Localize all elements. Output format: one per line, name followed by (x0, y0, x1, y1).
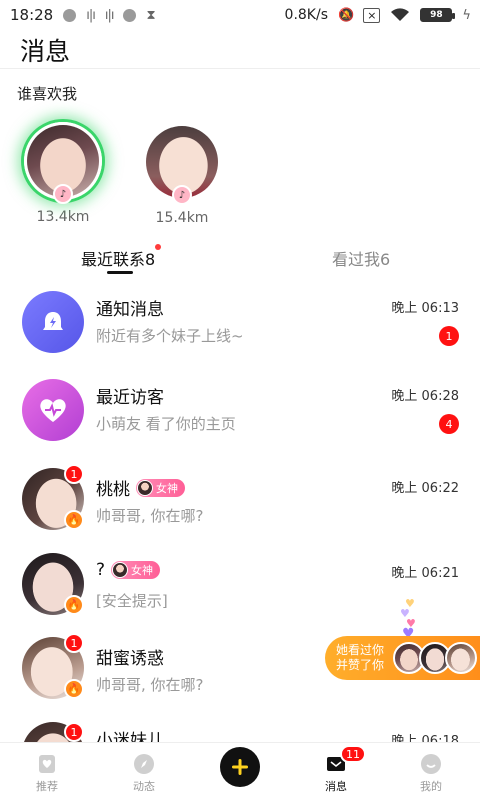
list-item[interactable]: 通知消息 附近有多个妹子上线~ 晚上 06:13 1 (0, 284, 480, 370)
message-preview: 小萌友 看了你的主页 (96, 415, 236, 433)
bottom-nav: 推荐 动态 消息 11 我的 (0, 742, 480, 800)
avatar (445, 642, 477, 674)
page-title: 消息 (20, 37, 71, 66)
goddess-tag: 女神 (136, 478, 185, 497)
message-name: 通知消息 (96, 300, 164, 320)
nav-label: 我的 (420, 780, 442, 793)
card-icon (36, 753, 58, 775)
status-time: 18:28 (10, 6, 54, 24)
add-button[interactable] (220, 747, 260, 787)
likes-section-title: 谁喜欢我 (17, 85, 78, 103)
message-time: 晚上 06:28 (391, 389, 459, 404)
message-name: ? 女神 (96, 560, 161, 580)
message-preview: 帅哥哥, 你在哪? (96, 676, 204, 694)
nav-unread-badge: 11 (340, 745, 366, 763)
notification-dot-icon (123, 8, 137, 22)
status-bar: 18:28 ı|ı ı|ı ⧗ 0.8K/s 🔕 × 98 ϟ (0, 0, 480, 30)
message-name: 甜蜜诱惑 (96, 649, 164, 669)
smile-face-icon (420, 753, 442, 775)
tab-viewed-me[interactable]: 看过我6 (332, 246, 390, 270)
message-preview: [安全提示] (96, 592, 168, 610)
list-item[interactable]: 1 🔥 桃桃 女神 帅哥哥, 你在哪? 晚上 06:22 (0, 464, 480, 550)
bell-icon (22, 291, 84, 353)
flame-icon: 🔥 (64, 595, 84, 615)
nav-mine[interactable]: 我的 (401, 751, 461, 794)
sim-icon: × (363, 7, 381, 23)
goddess-tag: 女神 (111, 561, 161, 579)
nav-label: 推荐 (36, 780, 58, 793)
message-preview: 附近有多个妹子上线~ (96, 327, 244, 345)
signal-icon: ı|ı (104, 7, 115, 23)
message-name: 桃桃 女神 (96, 475, 185, 500)
header-divider (0, 68, 480, 69)
unread-count-badge: 1 (64, 722, 84, 742)
like-card[interactable]: ♪ 15.4km (137, 126, 227, 226)
list-item[interactable]: 最近访客 小萌友 看了你的主页 晚上 06:28 4 (0, 372, 480, 458)
unread-count-badge: 1 (64, 464, 84, 484)
distance-label: 13.4km (36, 209, 90, 225)
flame-icon: 🔥 (64, 510, 84, 530)
compass-icon (133, 753, 155, 775)
signal-icon: ı|ı (86, 7, 96, 23)
message-preview: 帅哥哥, 你在哪? (96, 507, 204, 525)
avatar[interactable]: ♪ (146, 126, 218, 205)
promo-text: 她看过你 并赞了你 (336, 643, 385, 672)
battery-level: 98 (430, 10, 443, 20)
tab-label: 看过我6 (332, 250, 391, 269)
distance-label: 15.4km (155, 210, 209, 226)
nav-recommend[interactable]: 推荐 (17, 751, 77, 794)
wifi-icon (391, 8, 410, 21)
message-name: 小迷妹儿 (96, 731, 164, 742)
unread-dot (155, 244, 162, 250)
music-note-icon: ♪ (172, 185, 192, 205)
flame-icon: 🔥 (64, 679, 84, 699)
heart-pulse-icon (22, 379, 84, 441)
message-time: 晚上 06:18 (391, 734, 459, 742)
nav-label: 动态 (133, 780, 155, 793)
message-time: 晚上 06:13 (391, 301, 459, 316)
tab-label: 最近联系8 (81, 250, 156, 269)
message-tabs: 最近联系8 看过我6 (0, 240, 480, 280)
message-name: 最近访客 (96, 388, 164, 408)
nav-moments[interactable]: 动态 (114, 751, 174, 794)
message-time: 晚上 06:21 (391, 566, 459, 581)
hourglass-icon: ⧗ (146, 7, 155, 23)
unread-count-badge: 4 (439, 414, 459, 434)
avatar[interactable]: ♪ (24, 122, 102, 204)
notification-dot-icon (63, 8, 77, 22)
network-speed: 0.8K/s (284, 7, 329, 23)
charging-icon: ϟ (462, 7, 471, 23)
tab-recent-contacts[interactable]: 最近联系8 (81, 244, 162, 270)
tab-underline (107, 271, 133, 274)
plus-icon (232, 759, 248, 775)
viewed-and-liked-promo[interactable]: 她看过你 并赞了你 (325, 636, 480, 680)
mute-icon: 🔕 (338, 7, 354, 23)
message-time: 晚上 06:22 (391, 481, 459, 496)
battery-icon: 98 (420, 8, 456, 22)
list-item[interactable]: 1 小迷妹儿 晚上 06:18 (0, 718, 480, 742)
nav-label: 消息 (325, 780, 347, 793)
promo-avatars (393, 642, 477, 674)
like-card[interactable]: ♪ 13.4km (18, 122, 108, 225)
unread-count-badge: 1 (439, 326, 459, 346)
music-note-icon: ♪ (53, 184, 73, 204)
unread-count-badge: 1 (64, 633, 84, 653)
